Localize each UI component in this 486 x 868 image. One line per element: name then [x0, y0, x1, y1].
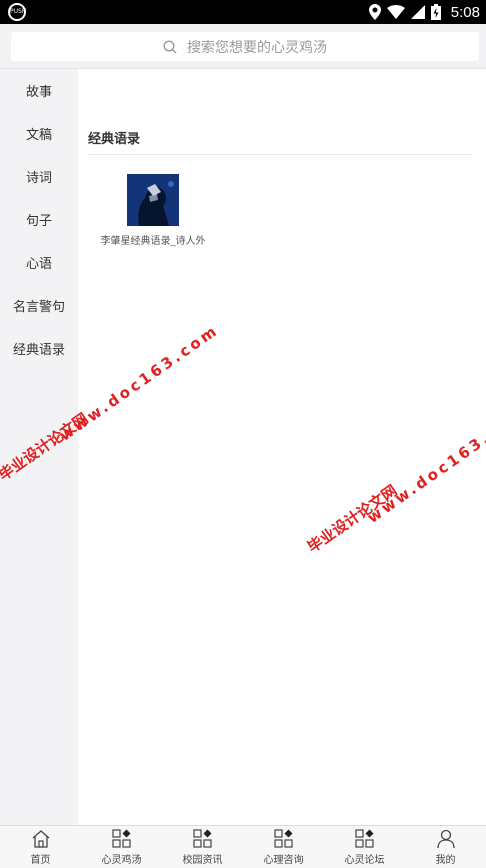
- battery-icon: [430, 4, 441, 20]
- grid-icon: [273, 829, 293, 848]
- article-thumbnail: [127, 174, 179, 226]
- sidebar-item-famous-quotes[interactable]: 名言警句: [0, 284, 78, 327]
- app-notification-icon: PUSH: [8, 3, 26, 21]
- grid-icon: [111, 829, 131, 848]
- section-title: 经典语录: [88, 132, 141, 147]
- sidebar-item-label: 经典语录: [12, 343, 65, 358]
- nav-forum[interactable]: 心灵论坛: [324, 826, 405, 868]
- sidebar-item-label: 心语: [25, 257, 52, 272]
- sidebar-item-sentences[interactable]: 句子: [0, 198, 78, 241]
- nav-chicken-soup[interactable]: 心灵鸡汤: [81, 826, 162, 868]
- sidebar-item-classic-quotes[interactable]: 经典语录: [0, 327, 78, 370]
- section-divider: [88, 154, 472, 155]
- nav-campus-news[interactable]: 校园资讯: [162, 826, 243, 868]
- user-icon: [436, 829, 455, 849]
- sidebar-item-label: 诗词: [25, 171, 52, 186]
- nav-label: 心理咨询: [263, 855, 304, 866]
- screen: PUSH 5:08 搜索您想要的心灵鸡汤 故事 文稿 诗词 句子 心语 名言警句…: [0, 0, 486, 868]
- search-icon: [163, 39, 177, 54]
- bottom-navigation: 首页 心灵鸡汤 校园资讯 心理咨询 心灵论坛 我的: [0, 825, 486, 868]
- status-bar: PUSH 5:08: [0, 0, 486, 24]
- nav-label: 心灵鸡汤: [101, 855, 142, 866]
- search-bar-area: 搜索您想要的心灵鸡汤: [0, 24, 486, 69]
- home-icon: [32, 830, 49, 848]
- location-icon: [368, 4, 381, 20]
- nav-counseling[interactable]: 心理咨询: [243, 826, 324, 868]
- nav-label: 首页: [30, 855, 51, 866]
- status-icons: 5:08: [368, 0, 480, 24]
- sidebar-item-poems[interactable]: 诗词: [0, 155, 78, 198]
- nav-label: 我的: [435, 855, 456, 866]
- search-placeholder: 搜索您想要的心灵鸡汤: [187, 39, 327, 56]
- signal-icon: [410, 5, 425, 19]
- sidebar-item-stories[interactable]: 故事: [0, 69, 78, 112]
- nav-profile[interactable]: 我的: [405, 826, 486, 868]
- sidebar-item-label: 名言警句: [12, 300, 65, 315]
- content-panel: 经典语录 李肇星经典语录_诗人外: [78, 69, 486, 825]
- nav-home[interactable]: 首页: [0, 826, 81, 868]
- wifi-icon: [386, 5, 405, 19]
- sidebar-item-heart-words[interactable]: 心语: [0, 241, 78, 284]
- article-card[interactable]: 李肇星经典语录_诗人外: [98, 174, 208, 247]
- grid-icon: [192, 829, 212, 848]
- sidebar-item-label: 文稿: [25, 128, 52, 143]
- sidebar-item-articles[interactable]: 文稿: [0, 112, 78, 155]
- grid-icon: [354, 829, 374, 848]
- sidebar-item-label: 故事: [25, 85, 52, 100]
- nav-label: 心灵论坛: [344, 855, 385, 866]
- article-title: 李肇星经典语录_诗人外: [100, 236, 206, 247]
- clock: 5:08: [450, 3, 480, 21]
- nav-label: 校园资讯: [182, 855, 223, 866]
- search-input[interactable]: 搜索您想要的心灵鸡汤: [11, 32, 479, 61]
- sidebar-item-label: 句子: [25, 214, 52, 229]
